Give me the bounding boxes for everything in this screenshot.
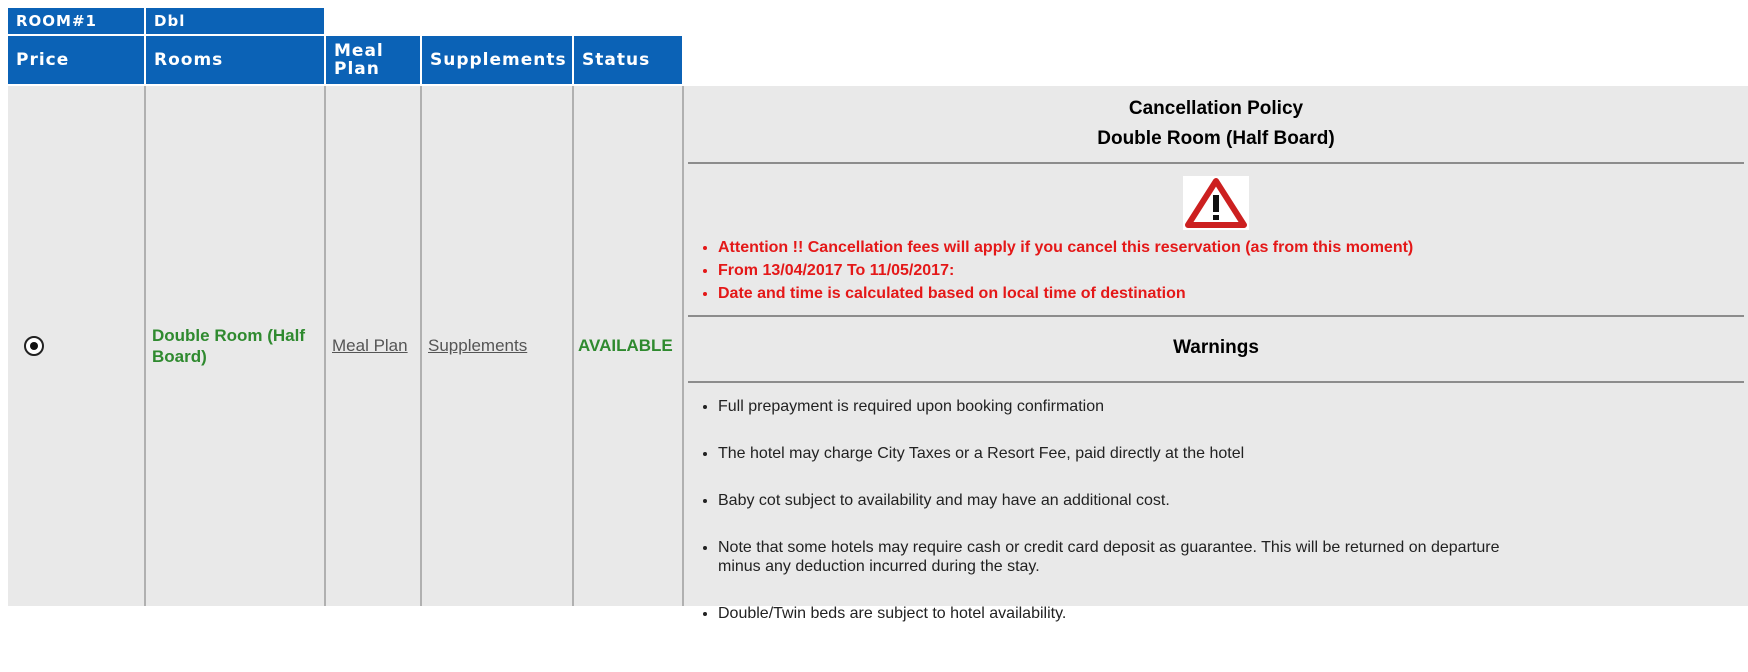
room-name: Double Room (Half Board) bbox=[152, 326, 305, 366]
warning-item: Double/Twin beds are subject to hotel av… bbox=[718, 604, 1528, 623]
room-type-label: Dbl bbox=[154, 12, 186, 30]
warning-item: Note that some hotels may require cash o… bbox=[718, 538, 1528, 576]
cancellation-alert-list: Attention !! Cancellation fees will appl… bbox=[684, 236, 1748, 305]
warning-triangle-icon bbox=[1183, 176, 1249, 230]
room-number-header: ROOM#1 bbox=[8, 8, 144, 34]
price-radio-button[interactable] bbox=[24, 336, 44, 356]
supplements-cell: Supplements bbox=[422, 86, 572, 606]
warnings-title: Warnings bbox=[1173, 337, 1259, 358]
meal-plan-column-header: Meal Plan bbox=[326, 36, 420, 84]
warning-item: The hotel may charge City Taxes or a Res… bbox=[718, 444, 1528, 463]
room-number-label: ROOM#1 bbox=[16, 12, 97, 30]
supplements-column-header: Supplements bbox=[422, 36, 572, 84]
status-badge: AVAILABLE bbox=[578, 336, 673, 355]
room-name-cell: Double Room (Half Board) bbox=[146, 86, 324, 606]
room-type-header: Dbl bbox=[146, 8, 324, 34]
rooms-column-header: Rooms bbox=[146, 36, 324, 84]
price-column-header: Price bbox=[8, 36, 144, 84]
meal-plan-cell: Meal Plan bbox=[326, 86, 420, 606]
alert-item: From 13/04/2017 To 11/05/2017: bbox=[718, 259, 1748, 282]
meal-plan-link[interactable]: Meal Plan bbox=[332, 336, 408, 356]
policy-title: Cancellation Policy bbox=[1128, 98, 1304, 119]
cancellation-policy-panel: Cancellation Policy Double Room (Half Bo… bbox=[684, 86, 1748, 622]
status-cell: AVAILABLE bbox=[574, 86, 682, 606]
warning-item: Full prepayment is required upon booking… bbox=[718, 397, 1528, 416]
supplements-link[interactable]: Supplements bbox=[428, 336, 527, 356]
policy-subtitle: Double Room (Half Board) bbox=[1097, 128, 1335, 149]
alert-item: Attention !! Cancellation fees will appl… bbox=[718, 236, 1748, 259]
price-cell bbox=[8, 86, 144, 606]
warning-item: Baby cot subject to availability and may… bbox=[718, 491, 1528, 510]
alert-item: Date and time is calculated based on loc… bbox=[718, 282, 1748, 305]
status-column-header: Status bbox=[574, 36, 682, 84]
warnings-list: Full prepayment is required upon booking… bbox=[684, 397, 1748, 623]
